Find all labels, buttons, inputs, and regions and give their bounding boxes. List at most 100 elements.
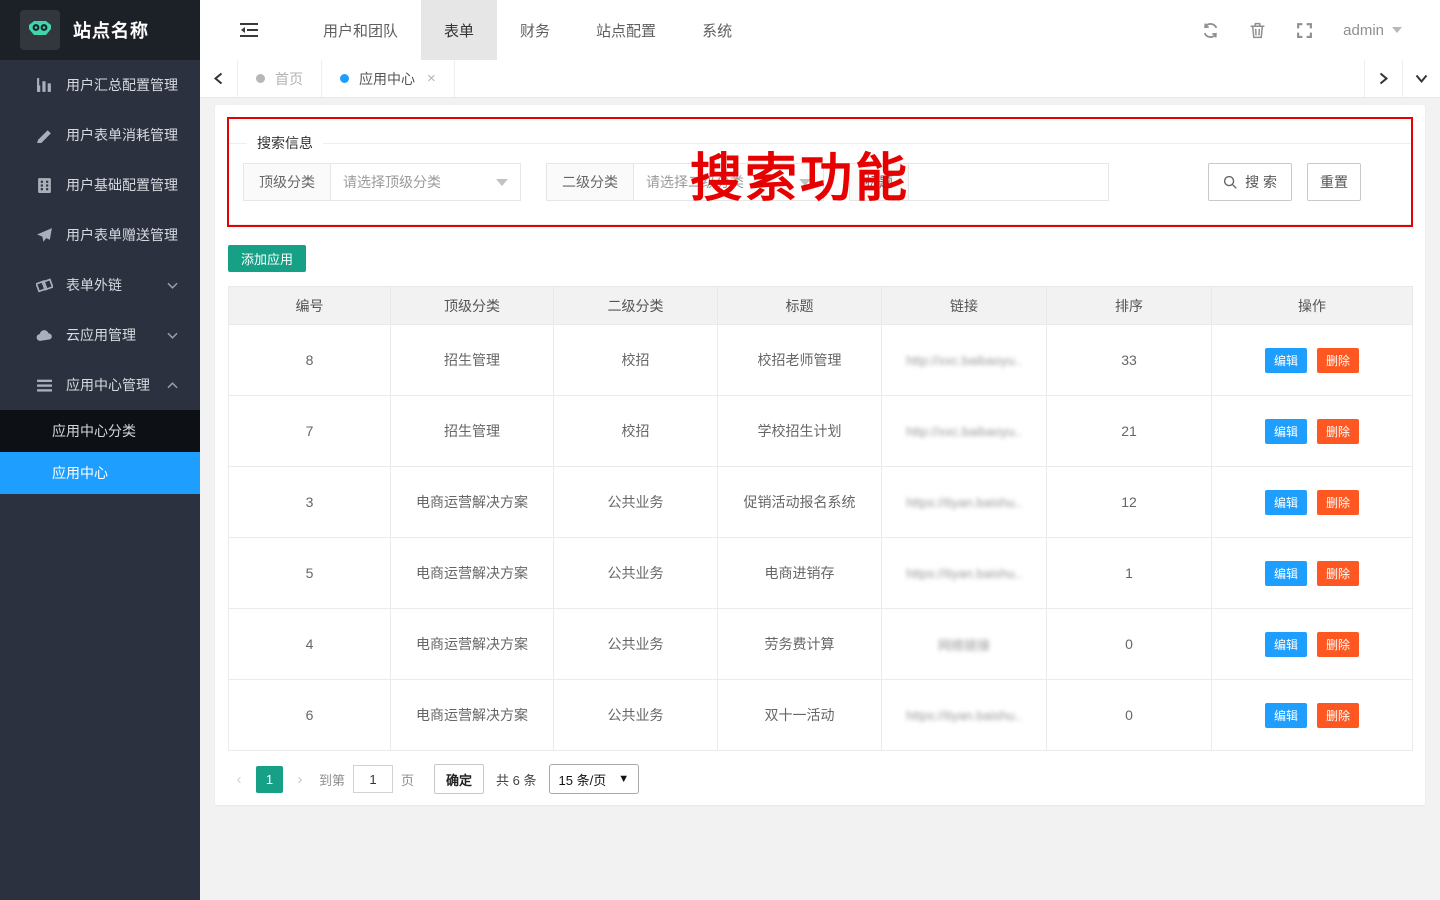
tab-label: 应用中心 [359, 69, 415, 89]
tab-label: 首页 [275, 69, 303, 89]
sidebar-item-label: 表单外链 [66, 275, 122, 295]
search-panel-title: 搜索信息 [247, 133, 323, 153]
reset-button[interactable]: 重置 [1307, 163, 1361, 201]
nav-item-users-teams[interactable]: 用户和团队 [300, 0, 421, 60]
table-row: 4 电商运营解决方案 公共业务 劳务费计算 网络链接 0 编辑删除 [229, 609, 1413, 680]
current-page-button[interactable]: 1 [256, 766, 283, 793]
cell-top-category: 电商运营解决方案 [391, 680, 554, 751]
col-sort: 排序 [1047, 287, 1212, 325]
select-placeholder: 请选择顶级分类 [343, 172, 441, 192]
edit-button[interactable]: 编辑 [1265, 490, 1307, 515]
second-category-label: 二级分类 [546, 163, 634, 201]
nav-item-forms[interactable]: 表单 [421, 0, 497, 60]
tabs-menu-button[interactable] [1402, 60, 1440, 97]
cell-second-category: 公共业务 [554, 467, 718, 538]
sidebar-menu: 用户汇总配置管理 用户表单消耗管理 用户基础配置管理 用户表单赠送管理 表单外链… [0, 60, 200, 494]
delete-button[interactable]: 删除 [1317, 348, 1359, 373]
fold-icon[interactable] [240, 22, 258, 38]
cell-title: 学校招生计划 [718, 396, 882, 467]
cell-actions: 编辑删除 [1212, 609, 1413, 680]
edit-button[interactable]: 编辑 [1265, 419, 1307, 444]
tab-app-center[interactable]: 应用中心 × [322, 60, 455, 97]
search-button[interactable]: 搜 索 [1208, 163, 1292, 201]
sidebar-item-user-summary[interactable]: 用户汇总配置管理 [0, 60, 200, 110]
cell-actions: 编辑删除 [1212, 396, 1413, 467]
fullscreen-icon[interactable] [1296, 22, 1313, 39]
cell-actions: 编辑删除 [1212, 325, 1413, 396]
sidebar-item-form-gift[interactable]: 用户表单赠送管理 [0, 210, 200, 260]
confirm-page-button[interactable]: 确定 [434, 764, 484, 794]
chevron-down-icon [799, 179, 811, 186]
goto-page-input[interactable] [353, 765, 393, 793]
tabs-scroll-left-button[interactable] [200, 60, 238, 97]
title-input[interactable] [909, 163, 1109, 201]
next-page-button[interactable]: › [289, 771, 311, 788]
cell-sort: 1 [1047, 538, 1212, 609]
cell-link: 网络链接 [882, 609, 1047, 680]
redacted-link: http://xxc.baibaoyu.. [906, 424, 1022, 439]
cell-top-category: 电商运营解决方案 [391, 538, 554, 609]
close-icon[interactable]: × [427, 70, 436, 87]
sidebar-item-label: 用户表单消耗管理 [66, 125, 178, 145]
redacted-link: 网络链接 [938, 638, 990, 653]
top-category-select[interactable]: 请选择顶级分类 [331, 163, 521, 201]
col-top-category: 顶级分类 [391, 287, 554, 325]
sidebar-item-form-consume[interactable]: 用户表单消耗管理 [0, 110, 200, 160]
col-actions: 操作 [1212, 287, 1413, 325]
add-app-button[interactable]: 添加应用 [228, 245, 306, 272]
redacted-link: https://tiyan.baishu.. [906, 566, 1022, 581]
tab-home[interactable]: 首页 [238, 60, 322, 97]
delete-button[interactable]: 删除 [1317, 490, 1359, 515]
delete-button[interactable]: 删除 [1317, 703, 1359, 728]
nav-item-site-config[interactable]: 站点配置 [573, 0, 679, 60]
cloud-icon [36, 327, 53, 344]
cell-second-category: 公共业务 [554, 609, 718, 680]
cell-id: 8 [229, 325, 391, 396]
sidebar-item-app-center-category[interactable]: 应用中心分类 [0, 410, 200, 452]
sidebar-item-app-center[interactable]: 应用中心 [0, 452, 200, 494]
cell-id: 6 [229, 680, 391, 751]
nav-item-finance[interactable]: 财务 [497, 0, 573, 60]
sidebar-item-user-base[interactable]: 用户基础配置管理 [0, 160, 200, 210]
redacted-link: https://tiyan.baishu.. [906, 708, 1022, 723]
cell-id: 4 [229, 609, 391, 680]
cell-second-category: 校招 [554, 325, 718, 396]
delete-button[interactable]: 删除 [1317, 632, 1359, 657]
prev-page-button[interactable]: ‹ [228, 771, 250, 788]
tab-status-dot [256, 74, 265, 83]
cell-second-category: 校招 [554, 396, 718, 467]
user-menu[interactable]: admin [1343, 22, 1402, 39]
pen-icon [36, 127, 53, 144]
title-group: 标题 [849, 163, 1109, 201]
nav-item-system[interactable]: 系统 [679, 0, 755, 60]
search-buttons: 搜 索 重置 [1208, 163, 1361, 201]
refresh-icon[interactable] [1202, 22, 1219, 39]
edit-button[interactable]: 编辑 [1265, 703, 1307, 728]
table-row: 6 电商运营解决方案 公共业务 双十一活动 https://tiyan.bais… [229, 680, 1413, 751]
edit-button[interactable]: 编辑 [1265, 348, 1307, 373]
delete-button[interactable]: 删除 [1317, 419, 1359, 444]
cell-id: 3 [229, 467, 391, 538]
sidebar-item-form-links[interactable]: 表单外链 [0, 260, 200, 310]
search-panel: 搜索信息 顶级分类 请选择顶级分类 二级分类 请选择二级分类 [228, 133, 1412, 225]
sidebar: 站点名称 用户汇总配置管理 用户表单消耗管理 用户基础配置管理 用户表单赠送管理… [0, 0, 200, 900]
pagination: ‹ 1 › 到第 页 确定 共 6 条 15 条/页 ▼ [228, 764, 1425, 794]
redacted-link: http://xxc.baibaoyu.. [906, 353, 1022, 368]
second-category-group: 二级分类 请选择二级分类 [546, 163, 824, 201]
edit-button[interactable]: 编辑 [1265, 561, 1307, 586]
cell-top-category: 招生管理 [391, 396, 554, 467]
table-row: 7 招生管理 校招 学校招生计划 http://xxc.baibaoyu.. 2… [229, 396, 1413, 467]
top-category-label: 顶级分类 [243, 163, 331, 201]
edit-button[interactable]: 编辑 [1265, 632, 1307, 657]
cell-sort: 12 [1047, 467, 1212, 538]
sidebar-item-cloud-apps[interactable]: 云应用管理 [0, 310, 200, 360]
second-category-select[interactable]: 请选择二级分类 [634, 163, 824, 201]
tab-status-dot [340, 74, 349, 83]
chevron-down-icon [1392, 27, 1402, 33]
per-page-select[interactable]: 15 条/页 ▼ [549, 764, 640, 794]
tabs-scroll-right-button[interactable] [1364, 60, 1402, 97]
site-logo [20, 10, 60, 50]
trash-icon[interactable] [1249, 22, 1266, 39]
delete-button[interactable]: 删除 [1317, 561, 1359, 586]
sidebar-item-app-center-mgmt[interactable]: 应用中心管理 [0, 360, 200, 410]
